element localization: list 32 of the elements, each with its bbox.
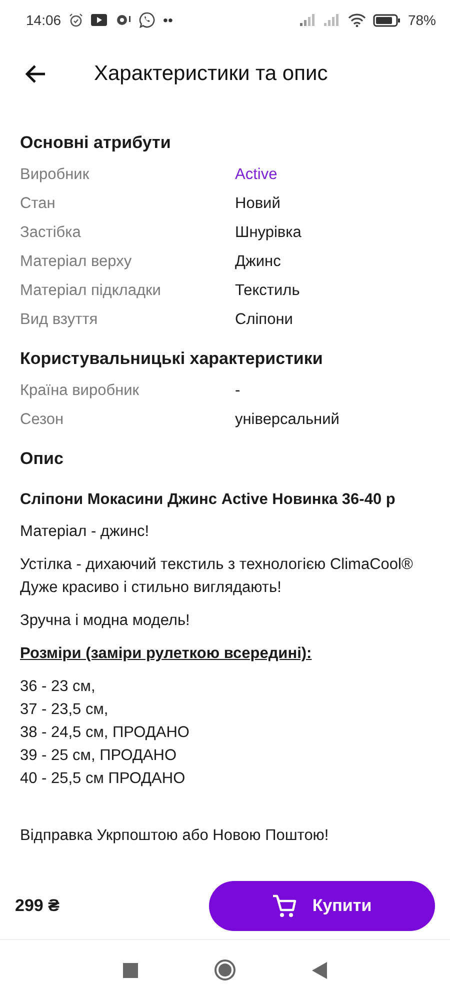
description-heading: Розміри (заміри рулеткою всередині):	[20, 644, 313, 664]
section-title: Користувальницькі характеристики	[20, 348, 324, 370]
attribute-value: -	[235, 382, 240, 400]
attribute-link[interactable]: Active	[235, 166, 278, 184]
description-text: 36 - 23 см, 37 - 23,5 см, 38 - 24,5 см, ПРОДАНО 39 - 25 см, ПРОДАНО 40 - 25,5 см ПРОДАНО	[20, 677, 190, 789]
section-title: Основні атрибути	[20, 132, 172, 154]
more-notifications-text: ••	[163, 12, 173, 28]
attribute-label: Застібка	[20, 224, 82, 242]
price-text: 299 ₴	[15, 896, 60, 916]
product-title: Сліпони Мокасини Джинс Active Новинка 36-40 р	[20, 490, 396, 510]
attribute-label: Вид взуття	[20, 310, 99, 328]
status-time: 14:06	[26, 12, 62, 28]
description-text: Зручна і модна модель!	[20, 611, 191, 631]
attribute-value: Шнурівка	[235, 224, 302, 242]
attribute-label: Стан	[20, 194, 56, 212]
buy-button[interactable]: Купити	[209, 881, 435, 931]
section-title: Опис	[20, 448, 64, 470]
description-text: Матеріал - джинс!	[20, 522, 150, 542]
attribute-label: Виробник	[20, 166, 90, 184]
attribute-value: Новий	[235, 194, 280, 212]
attribute-value: Джинс	[235, 252, 281, 270]
battery-percent: 78%	[408, 12, 436, 28]
attribute-label: Сезон	[20, 410, 65, 428]
attribute-value: Сліпони	[235, 310, 293, 328]
attribute-label: Матеріал верху	[20, 252, 133, 270]
description-text: Відправка Укрпоштою або Новою Поштою!	[20, 826, 330, 846]
description-text: Устілка - дихаючий текстиль з технологією ClimaCool® Дуже красиво і стильно виглядають!	[20, 555, 414, 598]
page-title: Характеристики та опис	[94, 62, 328, 86]
attribute-label: Країна виробник	[20, 382, 140, 400]
attribute-label: Матеріал підкладки	[20, 282, 162, 300]
attribute-value: Текстиль	[235, 282, 300, 300]
attribute-value: універсальний	[235, 410, 340, 428]
